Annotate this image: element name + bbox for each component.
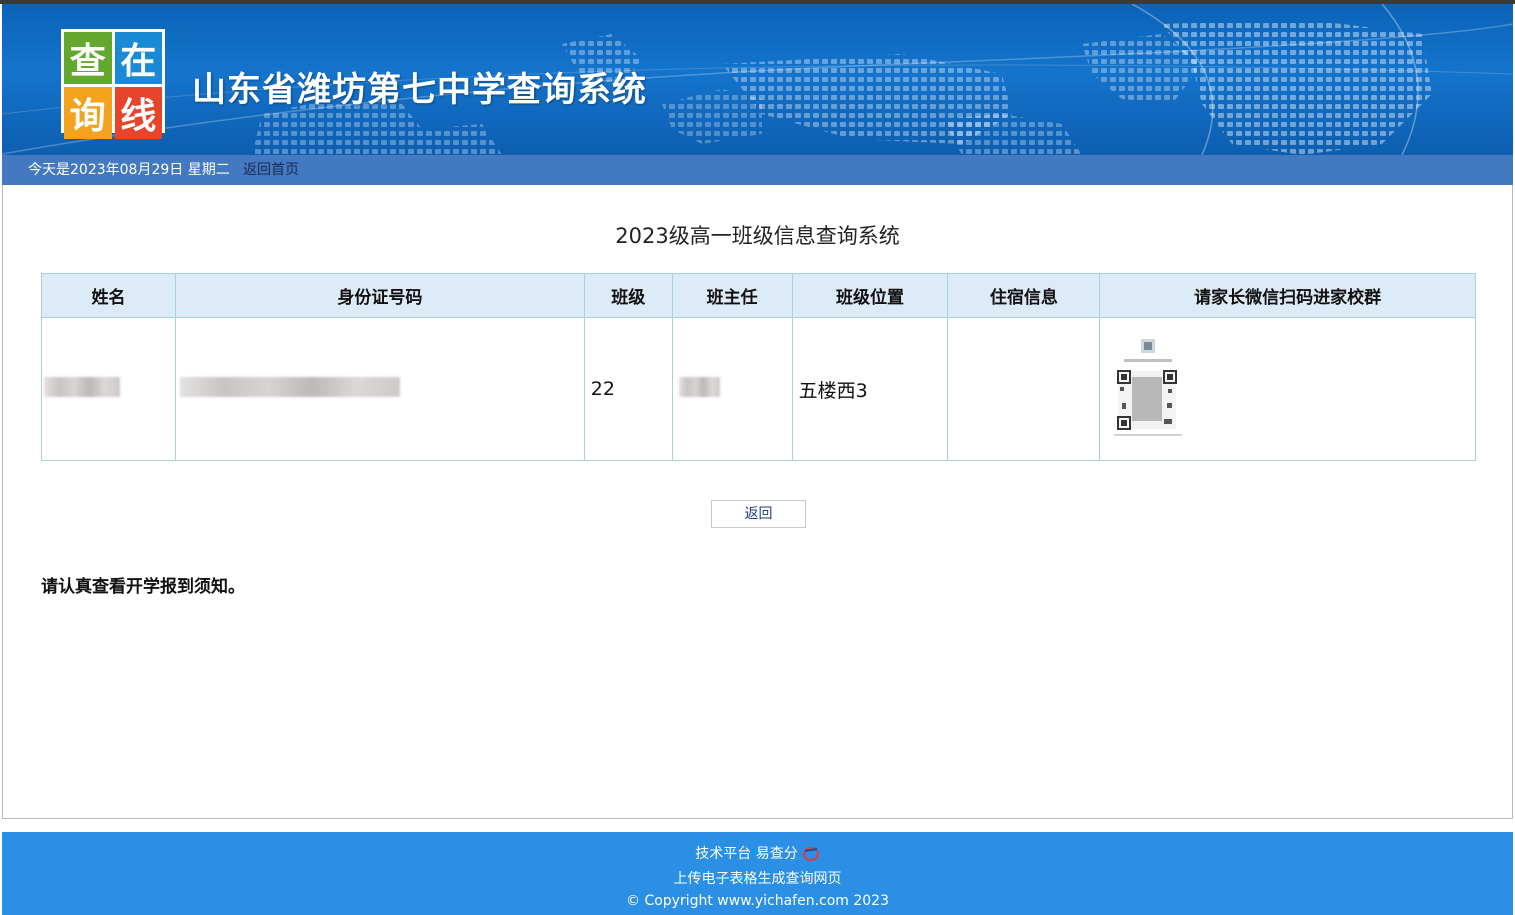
footer-copyright: © Copyright www.yichafen.com 2023 xyxy=(626,893,889,909)
page-heading: 2023级高一班级信息查询系统 xyxy=(615,224,900,248)
cell-id-number xyxy=(174,317,585,461)
table-header-row: 姓名 身份证号码 班级 班主任 班级位置 住宿信息 请家长微信扫码进家校群 xyxy=(41,273,1476,318)
footer-platform-line: 技术平台 易查分 xyxy=(2,843,1513,865)
column-header-name: 姓名 xyxy=(41,273,176,318)
column-header-wechat-group: 请家长微信扫码进家校群 xyxy=(1099,273,1476,318)
redacted-id-number xyxy=(179,376,400,397)
logo-char: 询 xyxy=(64,87,112,139)
column-header-class-location: 班级位置 xyxy=(791,273,949,318)
wechat-qr-code-image[interactable] xyxy=(1112,337,1185,441)
result-table: 姓名 身份证号码 班级 班主任 班级位置 住宿信息 请家长微信扫码进家校群 22… xyxy=(41,273,1476,461)
redacted-name xyxy=(44,376,120,397)
column-header-head-teacher: 班主任 xyxy=(671,273,793,318)
back-button[interactable]: 返回 xyxy=(711,500,806,528)
logo-char: 在 xyxy=(114,32,162,84)
cell-head-teacher xyxy=(671,317,793,461)
site-title: 山东省潍坊第七中学查询系统 xyxy=(192,70,647,110)
header-banner: 查 在 询 线 山东省潍坊第七中学查询系统 xyxy=(2,4,1513,155)
current-date: 今天是2023年08月29日 星期二 xyxy=(28,162,230,178)
info-bar: 今天是2023年08月29日 星期二 返回首页 xyxy=(2,155,1513,185)
cell-wechat-qr xyxy=(1099,317,1476,461)
cell-dorm-info xyxy=(947,317,1101,461)
redacted-head-teacher xyxy=(678,376,720,397)
footer-slogan: 上传电子表格生成查询网页 xyxy=(673,871,842,887)
enrollment-notice: 请认真查看开学报到须知。 xyxy=(41,577,245,597)
cell-class: 22 xyxy=(583,317,673,461)
footer-platform-text[interactable]: 技术平台 易查分 xyxy=(695,846,797,862)
yichafen-logo-icon xyxy=(802,845,820,865)
cell-name xyxy=(41,317,176,461)
logo-char: 线 xyxy=(114,87,162,139)
home-link[interactable]: 返回首页 xyxy=(243,155,299,185)
column-header-dorm-info: 住宿信息 xyxy=(947,273,1101,318)
cell-class-location: 五楼西3 xyxy=(791,317,949,461)
logo: 查 在 询 线 xyxy=(61,29,165,139)
footer: 技术平台 易查分 上传电子表格生成查询网页 © Copyright www.yi… xyxy=(2,832,1513,915)
logo-char: 查 xyxy=(64,32,112,84)
column-header-class: 班级 xyxy=(583,273,673,318)
column-header-id-number: 身份证号码 xyxy=(174,273,585,318)
table-row: 22 五楼西3 xyxy=(41,317,1476,461)
